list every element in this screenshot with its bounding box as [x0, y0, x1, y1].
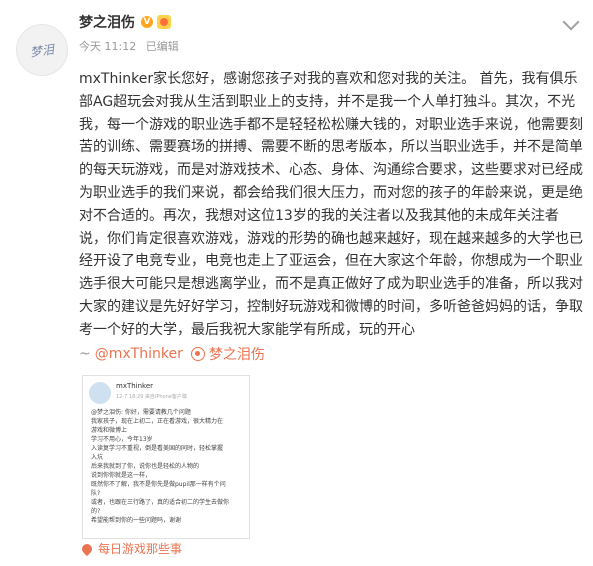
- vip-badge-icon: V: [141, 16, 153, 28]
- thumbnail-line: 入读复学习不重视，倒是看美国的同时，轻松掌握: [91, 445, 224, 452]
- name-row: 梦之泪伤 V: [79, 10, 577, 34]
- post-header: 梦之泪伤 V 今天 11:12 已编辑: [79, 10, 580, 54]
- thumbnail-line: 我家孩子，现在上初二，正在看游戏，很大精力在: [91, 418, 224, 425]
- thumbnail-line: 后来我就到了你，说你也是轻松的人物的: [91, 463, 200, 470]
- repost-prefix: ~: [79, 346, 91, 362]
- thumbnail-header: mxThinker 12-7 18:29 来自iPhone客户端: [89, 382, 187, 404]
- author-link[interactable]: 梦之泪伤: [209, 344, 265, 364]
- thumbnail-username: mxThinker: [116, 382, 154, 390]
- post-body: mxThinker家长您好，感谢您孩子对我的喜欢和您对我的关注。 首先，我有俱乐…: [79, 71, 583, 338]
- thumbnail-line: @梦之泪伤: 你好，需要请教几个问题: [91, 409, 191, 416]
- thumbnail-line: 学习不用心，今年13岁: [91, 436, 153, 443]
- thumbnail-line: 或者，也跟在三行路了，真的适合初二的学生去做你: [91, 499, 230, 506]
- author-avatar[interactable]: 梦泪: [16, 24, 68, 76]
- repost-row: ~ @mxThinker 梦之泪伤: [79, 342, 265, 366]
- member-level-icon: [157, 15, 171, 29]
- thumbnail-line: 队?: [91, 490, 101, 497]
- topic-tag[interactable]: 每日游戏那些事: [79, 540, 182, 557]
- post-image-thumbnail[interactable]: mxThinker 12-7 18:29 来自iPhone客户端 @梦之泪伤: …: [82, 375, 250, 539]
- location-pin-icon: [79, 541, 95, 556]
- thumbnail-line: 说到你你就是这一样，: [91, 472, 152, 479]
- thumbnail-text: @梦之泪伤: 你好，需要请教几个问题 我家孩子，现在上初二，正在看游戏，很大精力…: [91, 408, 241, 525]
- topic-tag-label[interactable]: 每日游戏那些事: [98, 540, 182, 557]
- thumbnail-user: mxThinker 12-7 18:29 来自iPhone客户端: [116, 382, 187, 404]
- avatar-signature: 梦泪: [29, 41, 55, 60]
- edited-label: 已编辑: [145, 40, 179, 53]
- thumbnail-avatar: [89, 382, 111, 404]
- thumbnail-line: 的?: [91, 508, 101, 515]
- thumbnail-line: 入坑: [91, 454, 104, 461]
- thumbnail-line: 既然你不了解，我不是你先是做pupil那一样有个问: [91, 481, 226, 488]
- thumbnail-line: 游戏和微博上: [91, 427, 128, 434]
- author-link-icon: [190, 347, 205, 361]
- post-meta: 今天 11:12 已编辑: [79, 38, 577, 54]
- post-time[interactable]: 今天 11:12: [79, 40, 136, 53]
- author-name[interactable]: 梦之泪伤: [79, 12, 135, 32]
- mention-link[interactable]: @mxThinker: [95, 346, 183, 362]
- thumbnail-meta: 12-7 18:29 来自iPhone客户端: [116, 394, 187, 400]
- thumbnail-line: 希望能帮到你的一些问题吗，谢谢: [91, 517, 182, 524]
